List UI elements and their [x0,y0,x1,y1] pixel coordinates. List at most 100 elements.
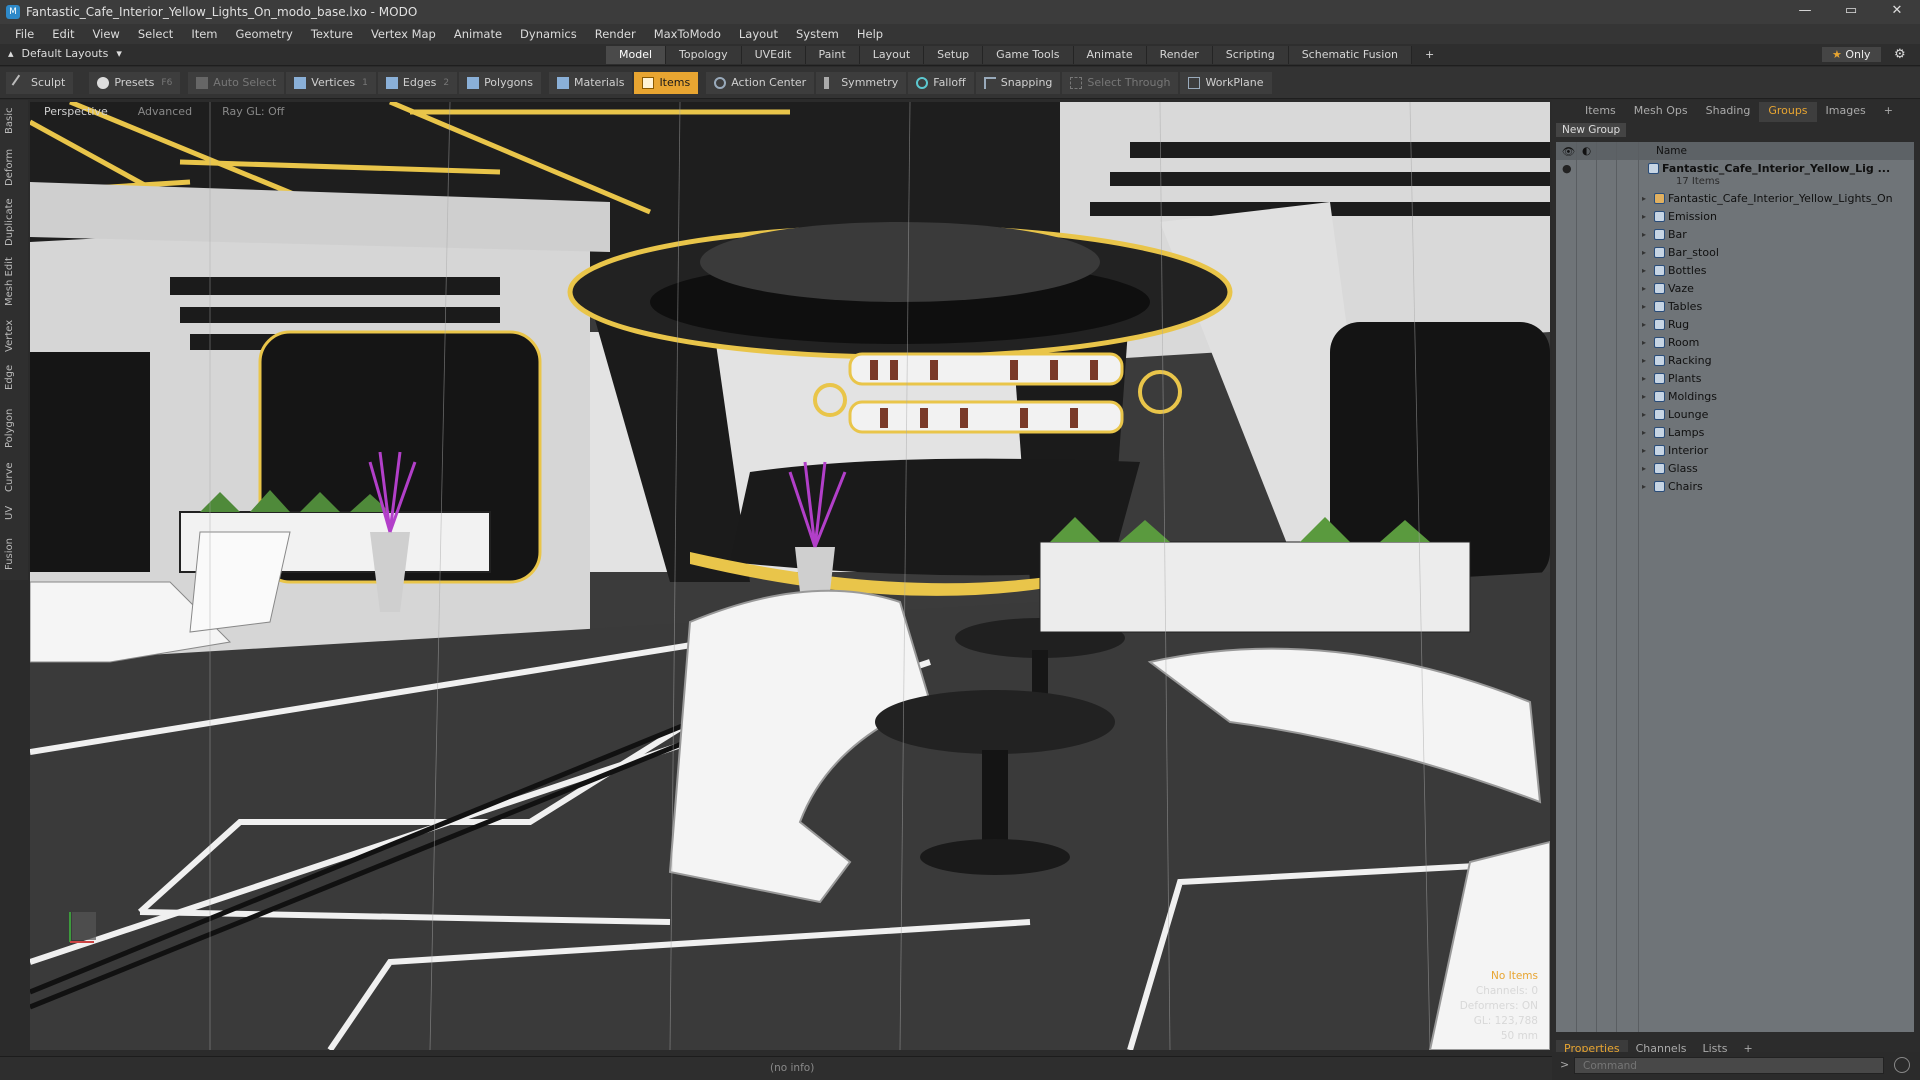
presets-button[interactable]: Presets F6 [89,71,181,94]
tree-row-room[interactable]: ▸ Room [1556,334,1914,352]
materials-button[interactable]: Materials [549,71,633,94]
workplane-button[interactable]: WorkPlane [1180,71,1272,94]
tab-mesh-edit[interactable]: Mesh Edit [4,257,15,306]
tree-row-root[interactable]: ● Fantastic_Cafe_Interior_Yellow_Lig ... [1556,160,1914,176]
menu-dynamics[interactable]: Dynamics [511,27,586,41]
tree-row-plants[interactable]: ▸ Plants [1556,370,1914,388]
maximize-button[interactable]: ▭ [1828,0,1874,24]
tree-row-interior[interactable]: ▸ Interior [1556,442,1914,460]
axis-gizmo [69,912,96,943]
menu-maxtomodo[interactable]: MaxToModo [645,27,730,41]
menu-help[interactable]: Help [848,27,892,41]
menu-layout[interactable]: Layout [730,27,787,41]
materials-icon [557,76,570,89]
tree-row-bar-stool[interactable]: ▸ Bar_stool [1556,244,1914,262]
sculpt-button[interactable]: Sculpt [6,71,74,94]
tab-uv[interactable]: UV [4,506,15,520]
tab-duplicate[interactable]: Duplicate [4,198,15,246]
tab-edge[interactable]: Edge [4,365,15,390]
menu-file[interactable]: File [6,27,43,41]
tab-mesh-ops[interactable]: Mesh Ops [1625,102,1697,122]
menu-edit[interactable]: Edit [43,27,83,41]
view-mode-dropdown[interactable]: Perspective [44,105,108,118]
menu-render[interactable]: Render [586,27,645,41]
tab-groups[interactable]: Groups [1759,102,1817,122]
command-prompt: > [1560,1058,1570,1071]
items-button[interactable]: Items [634,71,699,94]
tab-model[interactable]: Model [606,46,667,64]
menu-vertex-map[interactable]: Vertex Map [362,27,445,41]
only-button[interactable]: ★ Only [1822,47,1881,62]
tab-paint[interactable]: Paint [805,46,860,64]
tab-render[interactable]: Render [1146,46,1213,64]
tab-shading[interactable]: Shading [1697,102,1760,122]
3d-viewport[interactable]: Perspective Advanced Ray GL: Off No Item… [30,102,1550,1050]
tree-row-lounge[interactable]: ▸ Lounge [1556,406,1914,424]
tab-polygon[interactable]: Polygon [4,409,15,448]
tab-uvedit[interactable]: UVEdit [741,46,806,64]
tab-scripting[interactable]: Scripting [1212,46,1289,64]
group-icon [1654,409,1665,420]
menu-select[interactable]: Select [129,27,182,41]
add-panel-tab-button[interactable]: + [1875,102,1902,122]
tree-row-chairs[interactable]: ▸ Chairs [1556,478,1914,496]
select-through-button[interactable]: Select Through [1062,71,1179,94]
tab-layout[interactable]: Layout [859,46,925,64]
edges-label: Edges [402,76,437,89]
action-center-button[interactable]: Action Center [706,71,815,94]
tree-row-lamps[interactable]: ▸ Lamps [1556,424,1914,442]
add-tab-button[interactable]: + [1412,46,1447,64]
tree-row-bar[interactable]: ▸ Bar [1556,226,1914,244]
tree-row-mesh[interactable]: ▸ Fantastic_Cafe_Interior_Yellow_Lights_O… [1556,190,1914,208]
close-button[interactable]: ✕ [1874,0,1920,24]
minimize-button[interactable]: — [1782,0,1828,24]
shading-mode-dropdown[interactable]: Advanced [138,105,192,118]
snapping-button[interactable]: Snapping [975,71,1061,94]
polygons-button[interactable]: Polygons [459,71,542,94]
tab-game-tools[interactable]: Game Tools [983,46,1074,64]
symmetry-button[interactable]: Symmetry [816,71,907,94]
tree-row-tables[interactable]: ▸ Tables [1556,298,1914,316]
tab-vertex[interactable]: Vertex [4,320,15,352]
tree-row-racking[interactable]: ▸ Racking [1556,352,1914,370]
edges-button[interactable]: Edges 2 [377,71,458,94]
command-input[interactable] [1574,1057,1884,1074]
title-bar: M Fantastic_Cafe_Interior_Yellow_Lights_… [0,0,1920,24]
tree-row-emission[interactable]: ▸ Emission [1556,208,1914,226]
group-icon [1648,163,1659,174]
tab-items[interactable]: Items [1576,102,1625,122]
menu-animate[interactable]: Animate [445,27,511,41]
falloff-button[interactable]: Falloff [908,71,974,94]
tab-basic[interactable]: Basic [4,108,15,134]
raygl-toggle[interactable]: Ray GL: Off [222,105,284,118]
menu-view[interactable]: View [84,27,129,41]
new-group-button[interactable]: New Group [1556,123,1627,137]
select-through-icon [1070,76,1083,89]
tab-topology[interactable]: Topology [666,46,742,64]
name-column-header[interactable]: Name [1656,145,1687,157]
menu-texture[interactable]: Texture [302,27,362,41]
items-label: Items [659,76,691,89]
tab-deform[interactable]: Deform [4,149,15,186]
menu-item[interactable]: Item [182,27,226,41]
tab-schematic-fusion[interactable]: Schematic Fusion [1288,46,1413,64]
tree-row-rug[interactable]: ▸ Rug [1556,316,1914,334]
layouts-dropdown[interactable]: ▴ Default Layouts ▾ [8,47,122,60]
layout-tabs: Model Topology UVEdit Paint Layout Setup… [606,46,1447,64]
gear-icon[interactable]: ⚙ [1894,47,1906,62]
vertices-button[interactable]: Vertices 1 [286,71,376,94]
tree-row-bottles[interactable]: ▸ Bottles [1556,262,1914,280]
menu-system[interactable]: System [787,27,848,41]
workplane-icon [1188,76,1201,89]
menu-geometry[interactable]: Geometry [227,27,302,41]
tree-row-vaze[interactable]: ▸ Vaze [1556,280,1914,298]
auto-select-button[interactable]: Auto Select [188,71,285,94]
tree-row-glass[interactable]: ▸ Glass [1556,460,1914,478]
tab-fusion[interactable]: Fusion [4,538,15,570]
command-history-icon[interactable] [1894,1057,1910,1073]
tab-setup[interactable]: Setup [924,46,984,64]
tab-curve[interactable]: Curve [4,462,15,492]
tab-images[interactable]: Images [1817,102,1875,122]
tree-row-moldings[interactable]: ▸ Moldings [1556,388,1914,406]
tab-animate[interactable]: Animate [1073,46,1147,64]
